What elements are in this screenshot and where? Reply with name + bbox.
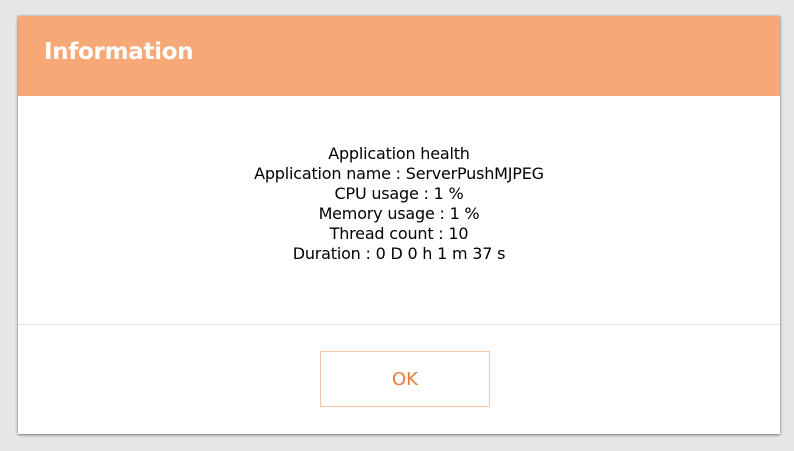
message-line-cpu-usage: CPU usage : 1 % <box>334 184 464 203</box>
message-line-duration: Duration : 0 D 0 h 1 m 37 s <box>292 244 506 263</box>
message-line-memory-usage: Memory usage : 1 % <box>318 204 480 223</box>
dialog-footer: OK <box>18 325 780 434</box>
message-line-thread-count: Thread count : 10 <box>329 224 469 243</box>
ok-button[interactable]: OK <box>320 351 490 407</box>
message-line-heading: Application health <box>328 144 470 163</box>
dialog-body: Application health Application name : Se… <box>18 96 780 324</box>
message-line-application-name: Application name : ServerPushMJPEG <box>254 164 544 183</box>
information-dialog: Information Application health Applicati… <box>18 16 780 434</box>
dialog-header: Information <box>18 16 780 96</box>
dialog-title: Information <box>44 39 194 65</box>
dialog-message: Application health Application name : Se… <box>18 144 780 264</box>
